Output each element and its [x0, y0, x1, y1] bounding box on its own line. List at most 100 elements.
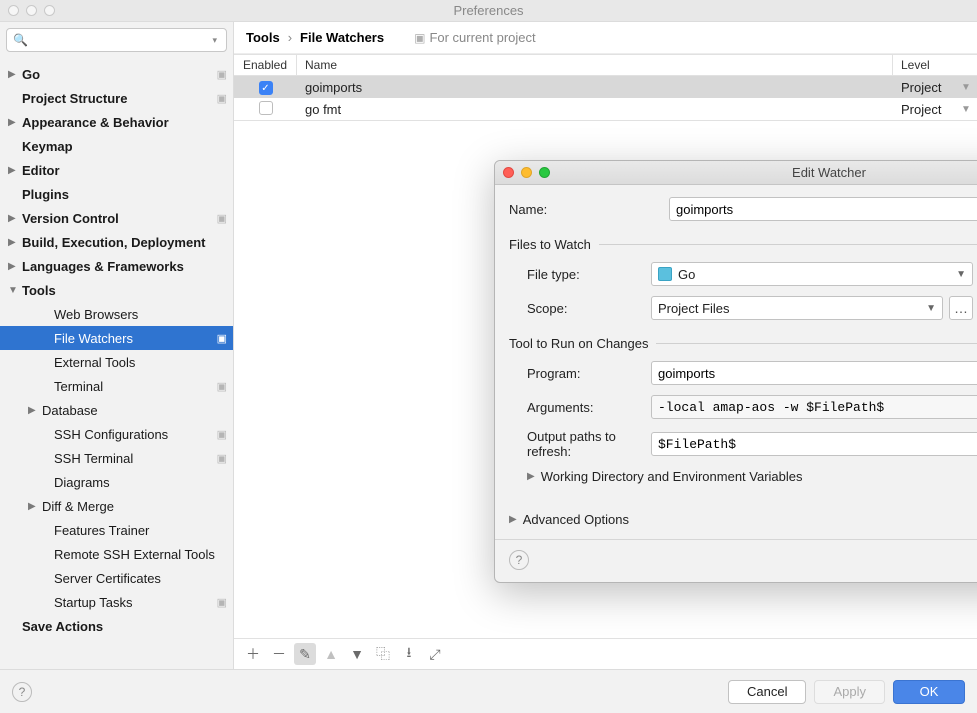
file-type-label: File type: — [509, 267, 651, 282]
tree-item-web-browsers[interactable]: ▶Web Browsers — [0, 302, 233, 326]
preferences-footer: ? Cancel Apply OK — [0, 669, 977, 713]
scope-label: Scope: — [509, 301, 651, 316]
name-input[interactable] — [669, 197, 977, 221]
tree-item-label: Appearance & Behavior — [22, 115, 227, 130]
settings-tree: ▶Go▣▶Project Structure▣▶Appearance & Beh… — [0, 58, 233, 669]
tree-item-label: Startup Tasks — [54, 595, 209, 610]
scope-browse-button[interactable]: … — [949, 296, 973, 320]
program-input[interactable] — [651, 361, 977, 385]
search-box[interactable]: 🔍 ▾ — [6, 28, 227, 52]
tree-item-plugins[interactable]: ▶Plugins — [0, 182, 233, 206]
window-titlebar: Preferences — [0, 0, 977, 22]
add-button[interactable]: ＋ — [242, 643, 264, 665]
tree-item-label: Web Browsers — [54, 307, 227, 322]
copy-button[interactable]: ⿻ — [372, 643, 394, 665]
output-label: Output paths to refresh: — [509, 429, 651, 459]
chevron-right-icon: ▶ — [28, 501, 42, 512]
col-name[interactable]: Name — [297, 55, 893, 75]
tree-item-version-control[interactable]: ▶Version Control▣ — [0, 206, 233, 230]
search-input[interactable] — [31, 33, 213, 48]
tree-item-label: Server Certificates — [54, 571, 227, 586]
content-area: Tools › File Watchers ▣For current proje… — [234, 22, 977, 669]
chevron-down-icon[interactable]: ▾ — [212, 35, 217, 46]
tree-item-ssh-configurations[interactable]: ▶SSH Configurations▣ — [0, 422, 233, 446]
tree-item-startup-tasks[interactable]: ▶Startup Tasks▣ — [0, 590, 233, 614]
tree-item-label: Remote SSH External Tools — [54, 547, 227, 562]
window-title: Preferences — [0, 3, 977, 18]
move-up-button[interactable]: ▲ — [320, 643, 342, 665]
project-scope-icon: ▣ — [414, 31, 425, 45]
dialog-min[interactable] — [521, 167, 532, 178]
tree-item-label: Build, Execution, Deployment — [22, 235, 227, 250]
level-dropdown-icon[interactable]: ▼ — [955, 104, 977, 115]
project-scope-icon: ▣ — [209, 428, 227, 441]
tree-item-tools[interactable]: ▼Tools — [0, 278, 233, 302]
enabled-checkbox[interactable]: ✓ — [259, 81, 273, 95]
arguments-input[interactable] — [651, 395, 977, 419]
tree-item-go[interactable]: ▶Go▣ — [0, 62, 233, 86]
output-input[interactable] — [651, 432, 977, 456]
file-type-select[interactable]: Go▼ — [651, 262, 973, 286]
export-button[interactable]: ⤢ — [424, 643, 446, 665]
tree-item-external-tools[interactable]: ▶External Tools — [0, 350, 233, 374]
tree-item-project-structure[interactable]: ▶Project Structure▣ — [0, 86, 233, 110]
preferences-sidebar: 🔍 ▾ ▶Go▣▶Project Structure▣▶Appearance &… — [0, 22, 234, 669]
tree-item-keymap[interactable]: ▶Keymap — [0, 134, 233, 158]
tree-item-diff-merge[interactable]: ▶Diff & Merge — [0, 494, 233, 518]
remove-button[interactable]: － — [268, 643, 290, 665]
chevron-right-icon: ▶ — [8, 117, 22, 128]
dialog-max[interactable] — [539, 167, 550, 178]
col-level[interactable]: Level — [893, 55, 977, 75]
tree-item-features-trainer[interactable]: ▶Features Trainer — [0, 518, 233, 542]
table-row[interactable]: ✓goimportsProject▼ — [234, 76, 977, 98]
ok-button[interactable]: OK — [893, 680, 965, 704]
help-button[interactable]: ? — [509, 550, 529, 570]
tree-item-appearance-behavior[interactable]: ▶Appearance & Behavior — [0, 110, 233, 134]
tree-item-file-watchers[interactable]: ▶File Watchers▣ — [0, 326, 233, 350]
tree-item-languages-frameworks[interactable]: ▶Languages & Frameworks — [0, 254, 233, 278]
project-scope-icon: ▣ — [209, 92, 227, 105]
edit-button[interactable]: ✎ — [294, 643, 316, 665]
cancel-button[interactable]: Cancel — [728, 680, 806, 704]
edit-watcher-dialog: Edit Watcher Name: Files to Watch File t… — [494, 160, 977, 583]
advanced-collapser[interactable]: ▶Advanced Options — [509, 512, 977, 527]
tree-item-label: External Tools — [54, 355, 227, 370]
tree-item-label: Languages & Frameworks — [22, 259, 227, 274]
program-label: Program: — [509, 366, 651, 381]
dialog-close[interactable] — [503, 167, 514, 178]
traffic-close[interactable] — [8, 5, 19, 16]
tree-item-editor[interactable]: ▶Editor — [0, 158, 233, 182]
go-file-icon — [658, 267, 672, 281]
tree-item-diagrams[interactable]: ▶Diagrams — [0, 470, 233, 494]
chevron-right-icon: ▶ — [8, 261, 22, 272]
tree-item-save-actions[interactable]: ▶Save Actions — [0, 614, 233, 638]
table-toolbar: ＋ － ✎ ▲ ▼ ⿻ ⭳ ⤢ — [234, 638, 977, 669]
help-button[interactable]: ? — [12, 682, 32, 702]
tree-item-terminal[interactable]: ▶Terminal▣ — [0, 374, 233, 398]
tree-item-database[interactable]: ▶Database — [0, 398, 233, 422]
traffic-max[interactable] — [44, 5, 55, 16]
level-dropdown-icon[interactable]: ▼ — [955, 82, 977, 93]
table-row[interactable]: go fmtProject▼ — [234, 98, 977, 120]
import-button[interactable]: ⭳ — [398, 643, 420, 665]
tree-item-server-certificates[interactable]: ▶Server Certificates — [0, 566, 233, 590]
project-scope-icon: ▣ — [209, 452, 227, 465]
enabled-checkbox[interactable] — [259, 101, 273, 115]
tree-item-ssh-terminal[interactable]: ▶SSH Terminal▣ — [0, 446, 233, 470]
working-dir-collapser[interactable]: ▶Working Directory and Environment Varia… — [527, 469, 977, 484]
move-down-button[interactable]: ▼ — [346, 643, 368, 665]
breadcrumb-parent[interactable]: Tools — [246, 30, 280, 45]
chevron-down-icon: ▼ — [926, 303, 936, 314]
scope-select[interactable]: Project Files▼ — [651, 296, 943, 320]
tree-item-label: File Watchers — [54, 331, 209, 346]
project-scope-icon: ▣ — [209, 380, 227, 393]
tree-item-label: Project Structure — [22, 91, 209, 106]
watcher-level: Project — [893, 80, 955, 95]
chevron-right-icon: ▶ — [28, 405, 42, 416]
tree-item-remote-ssh-external-tools[interactable]: ▶Remote SSH External Tools — [0, 542, 233, 566]
col-enabled[interactable]: Enabled — [234, 55, 297, 75]
traffic-min[interactable] — [26, 5, 37, 16]
chevron-down-icon: ▼ — [956, 269, 966, 280]
tree-item-build-execution-deployment[interactable]: ▶Build, Execution, Deployment — [0, 230, 233, 254]
section-files: Files to Watch — [509, 237, 591, 252]
